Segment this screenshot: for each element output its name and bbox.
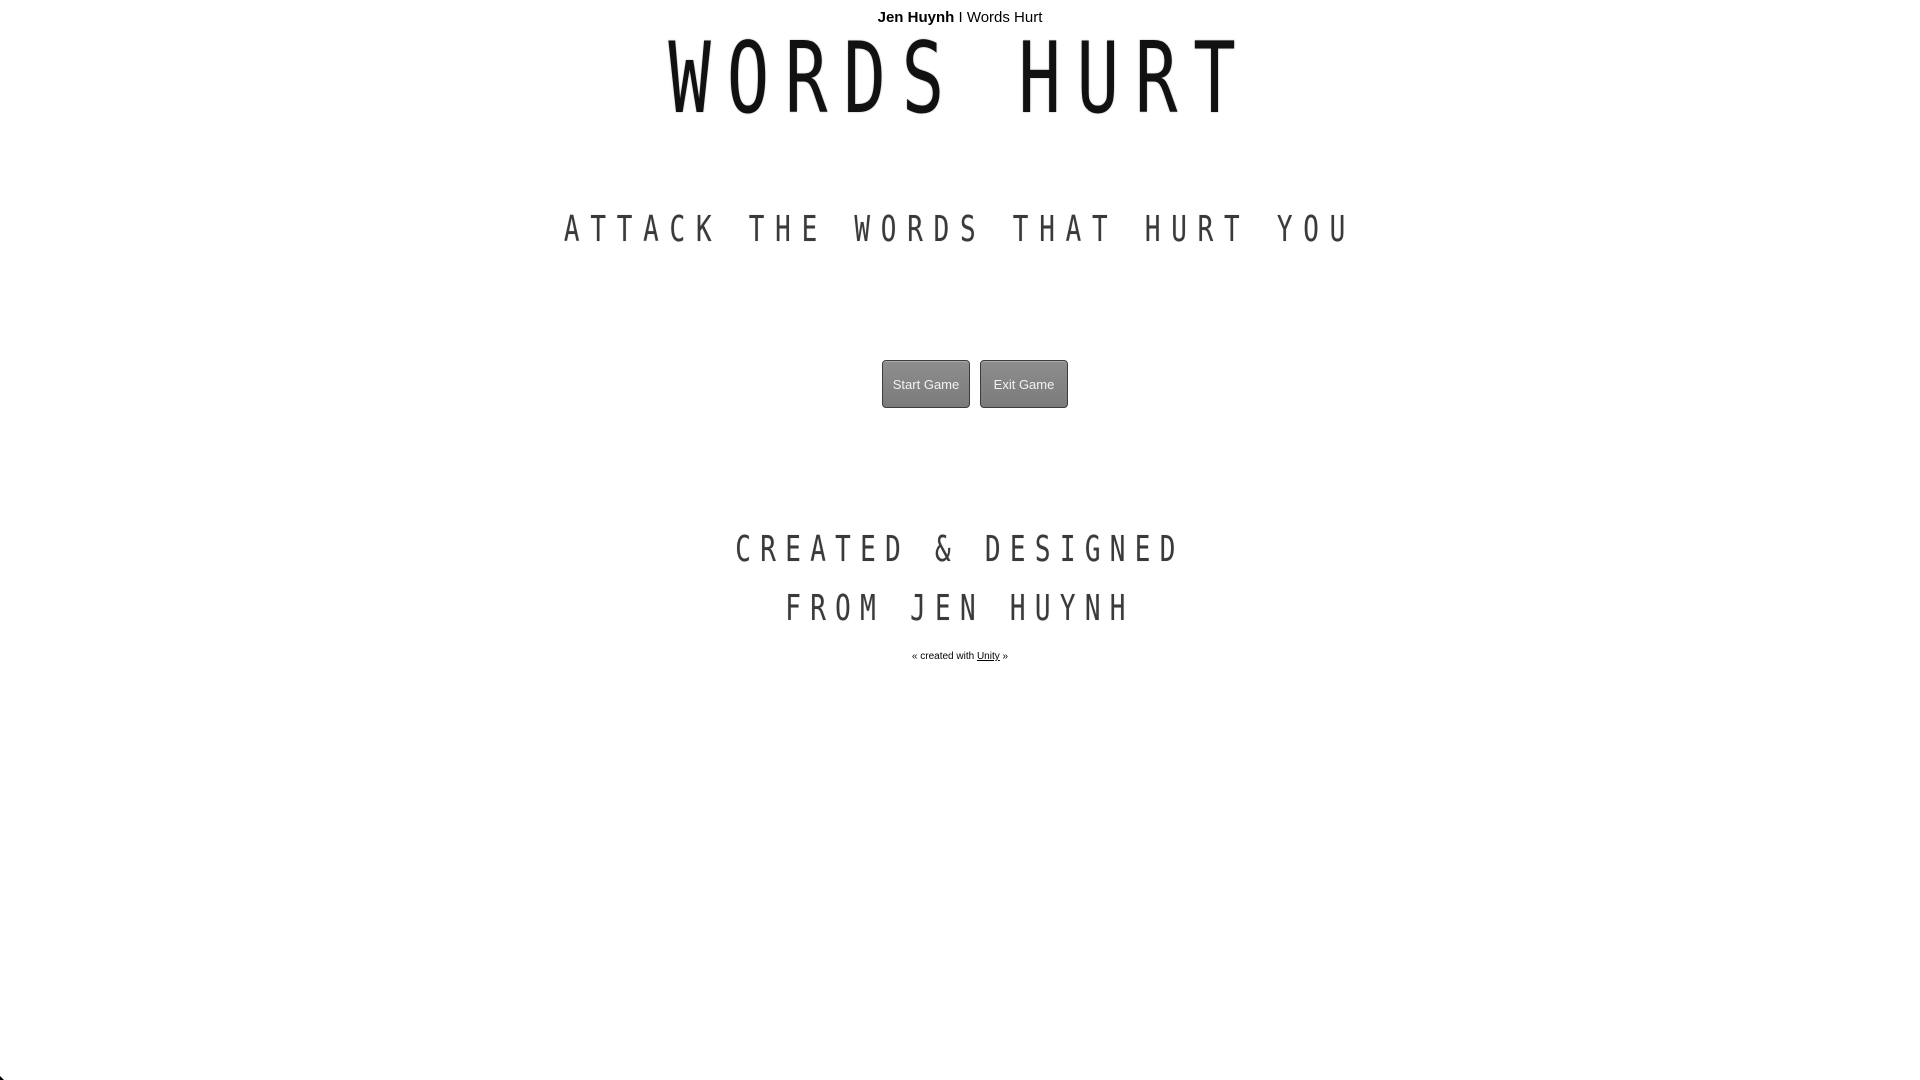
- game-subtitle: ATTACK THE WORDS THAT HURT YOU: [563, 209, 1357, 250]
- credits-line-2: FROM JEN HUYNH: [785, 588, 1135, 629]
- footer-prefix: « created with: [911, 651, 975, 662]
- page: Jen Huynh I Words Hurt WORDS HURT ATTACK…: [0, 0, 1920, 1080]
- game-title: WORDS HURT: [668, 22, 1252, 136]
- start-game-button[interactable]: Start Game: [882, 360, 970, 408]
- footer-suffix: »: [1002, 651, 1009, 662]
- credits-line-1: CREATED & DESIGNED: [735, 529, 1185, 570]
- menu-buttons: Start Game Exit Game: [882, 360, 1068, 408]
- resize-corner-icon: [0, 1076, 4, 1080]
- exit-game-button[interactable]: Exit Game: [980, 360, 1068, 408]
- footer: « created with Unity »: [0, 651, 1920, 662]
- unity-link[interactable]: Unity: [977, 651, 1000, 662]
